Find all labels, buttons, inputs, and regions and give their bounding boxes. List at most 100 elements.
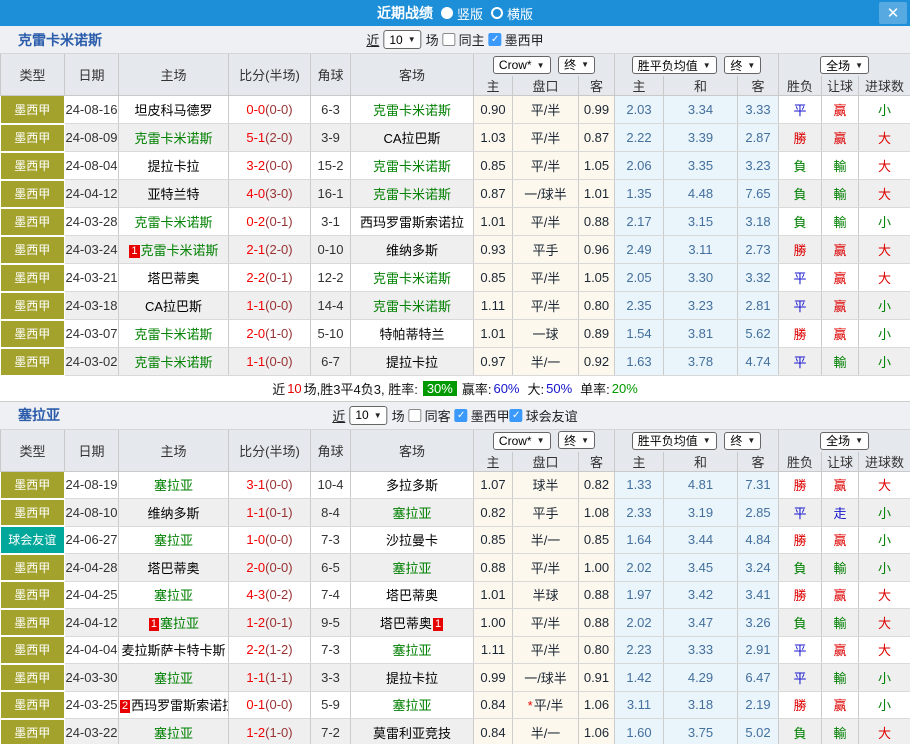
checkbox-unchecked-icon[interactable] bbox=[409, 409, 422, 422]
checkbox-checked-icon[interactable]: ✓ bbox=[510, 409, 523, 422]
competition-type[interactable]: 墨西甲 bbox=[1, 152, 65, 180]
same-venue-filter[interactable]: 同客 bbox=[409, 406, 451, 425]
away-team[interactable]: 提拉卡拉 bbox=[351, 664, 474, 692]
home-team[interactable]: 麦拉斯萨卡特卡斯 bbox=[119, 636, 229, 664]
home-team-name: 提拉卡拉 bbox=[147, 159, 199, 174]
radio-unselected-icon[interactable] bbox=[491, 7, 503, 19]
scope-select[interactable]: 全场▼ bbox=[820, 56, 869, 74]
odds-final-select[interactable]: 终▼ bbox=[558, 56, 595, 74]
away-team[interactable]: 特帕蒂特兰 bbox=[351, 320, 474, 348]
competition-type[interactable]: 墨西甲 bbox=[1, 236, 65, 264]
home-team[interactable]: 1塞拉亚 bbox=[119, 609, 229, 637]
match-count-select[interactable]: 10 ▼ bbox=[383, 30, 421, 49]
near-label[interactable]: 近 bbox=[332, 406, 345, 425]
league-filter[interactable]: ✓球会友谊 bbox=[510, 406, 578, 425]
away-team[interactable]: 莫雷利亚竞技 bbox=[351, 719, 474, 744]
match-row: 墨西甲24-03-02克雷卡米诺斯1-1(0-0)6-7提拉卡拉0.97半/一0… bbox=[1, 348, 910, 376]
competition-type[interactable]: 墨西甲 bbox=[1, 719, 65, 744]
home-team[interactable]: 坦皮科马德罗 bbox=[119, 96, 229, 124]
checkbox-checked-icon[interactable]: ✓ bbox=[489, 33, 502, 46]
league-filter[interactable]: ✓墨西甲 bbox=[455, 406, 510, 425]
team-name[interactable]: 克雷卡米诺斯 bbox=[0, 30, 102, 50]
layout-vertical-option[interactable]: 竖版 bbox=[441, 4, 483, 23]
home-team[interactable]: 塞拉亚 bbox=[119, 471, 229, 499]
competition-type[interactable]: 墨西甲 bbox=[1, 609, 65, 637]
match-count-select[interactable]: 10 ▼ bbox=[349, 406, 387, 425]
competition-type[interactable]: 墨西甲 bbox=[1, 96, 65, 124]
competition-type[interactable]: 墨西甲 bbox=[1, 581, 65, 609]
near-label[interactable]: 近 bbox=[366, 30, 379, 49]
radio-selected-icon[interactable] bbox=[441, 7, 453, 19]
away-team[interactable]: 克雷卡米诺斯 bbox=[351, 264, 474, 292]
mean-final-select[interactable]: 终▼ bbox=[724, 432, 761, 450]
home-team[interactable]: 塞拉亚 bbox=[119, 581, 229, 609]
competition-type[interactable]: 墨西甲 bbox=[1, 264, 65, 292]
same-venue-filter[interactable]: 同主 bbox=[443, 30, 485, 49]
competition-type[interactable]: 墨西甲 bbox=[1, 664, 65, 692]
away-team[interactable]: 塞拉亚 bbox=[351, 636, 474, 664]
mean-type-select[interactable]: 胜平负均值▼ bbox=[632, 56, 717, 74]
competition-type[interactable]: 墨西甲 bbox=[1, 180, 65, 208]
home-team[interactable]: 塞拉亚 bbox=[119, 664, 229, 692]
home-team[interactable]: 塞拉亚 bbox=[119, 719, 229, 744]
away-team[interactable]: 多拉多斯 bbox=[351, 471, 474, 499]
away-team-name: 特帕蒂特兰 bbox=[379, 327, 444, 342]
away-team[interactable]: 塞拉亚 bbox=[351, 691, 474, 719]
close-button[interactable]: ✕ bbox=[879, 2, 907, 24]
home-team[interactable]: 克雷卡米诺斯 bbox=[119, 208, 229, 236]
home-team[interactable]: 亚特兰特 bbox=[119, 180, 229, 208]
competition-type[interactable]: 墨西甲 bbox=[1, 292, 65, 320]
away-team[interactable]: 克雷卡米诺斯 bbox=[351, 152, 474, 180]
competition-type[interactable]: 墨西甲 bbox=[1, 208, 65, 236]
away-team[interactable]: CA拉巴斯 bbox=[351, 124, 474, 152]
mean-type-select[interactable]: 胜平负均值▼ bbox=[632, 432, 717, 450]
competition-type[interactable]: 墨西甲 bbox=[1, 636, 65, 664]
competition-type[interactable]: 墨西甲 bbox=[1, 554, 65, 582]
home-team[interactable]: 2西玛罗雷斯索诺拉 bbox=[119, 691, 229, 719]
away-team[interactable]: 克雷卡米诺斯 bbox=[351, 96, 474, 124]
mean-home-odds: 1.42 bbox=[615, 664, 664, 692]
competition-type[interactable]: 墨西甲 bbox=[1, 320, 65, 348]
home-team[interactable]: 提拉卡拉 bbox=[119, 152, 229, 180]
away-team[interactable]: 沙拉曼卡 bbox=[351, 526, 474, 554]
odds-company-select[interactable]: Crow*▼ bbox=[493, 432, 551, 450]
odds-company-select[interactable]: Crow*▼ bbox=[493, 56, 551, 74]
scope-select[interactable]: 全场▼ bbox=[820, 432, 869, 450]
away-team[interactable]: 提拉卡拉 bbox=[351, 348, 474, 376]
checkbox-checked-icon[interactable]: ✓ bbox=[455, 409, 468, 422]
home-team[interactable]: 克雷卡米诺斯 bbox=[119, 348, 229, 376]
layout-horizontal-option[interactable]: 横版 bbox=[491, 4, 533, 23]
handicap-line: 半/一 bbox=[513, 348, 579, 376]
away-team[interactable]: 塔巴蒂奥1 bbox=[351, 609, 474, 637]
away-team[interactable]: 维纳多斯 bbox=[351, 236, 474, 264]
home-team[interactable]: 维纳多斯 bbox=[119, 499, 229, 527]
home-team[interactable]: 塔巴蒂奥 bbox=[119, 554, 229, 582]
league-filter[interactable]: ✓墨西甲 bbox=[489, 30, 544, 49]
away-team[interactable]: 克雷卡米诺斯 bbox=[351, 292, 474, 320]
competition-type[interactable]: 墨西甲 bbox=[1, 124, 65, 152]
odds-final-select[interactable]: 终▼ bbox=[558, 431, 595, 449]
competition-type[interactable]: 墨西甲 bbox=[1, 348, 65, 376]
competition-type[interactable]: 墨西甲 bbox=[1, 499, 65, 527]
competition-type[interactable]: 墨西甲 bbox=[1, 691, 65, 719]
home-team[interactable]: 塞拉亚 bbox=[119, 526, 229, 554]
away-team[interactable]: 塔巴蒂奥 bbox=[351, 581, 474, 609]
checkbox-unchecked-icon[interactable] bbox=[443, 33, 456, 46]
away-odds: 0.80 bbox=[579, 292, 615, 320]
home-team[interactable]: 克雷卡米诺斯 bbox=[119, 320, 229, 348]
mean-final-select[interactable]: 终▼ bbox=[724, 56, 761, 74]
home-team[interactable]: 1克雷卡米诺斯 bbox=[119, 236, 229, 264]
team-name[interactable]: 塞拉亚 bbox=[0, 405, 60, 425]
away-team[interactable]: 塞拉亚 bbox=[351, 499, 474, 527]
competition-type[interactable]: 球会友谊 bbox=[1, 526, 65, 554]
home-team[interactable]: 克雷卡米诺斯 bbox=[119, 124, 229, 152]
handicap-line: 平/半 bbox=[513, 609, 579, 637]
competition-type[interactable]: 墨西甲 bbox=[1, 471, 65, 499]
home-team[interactable]: 塔巴蒂奥 bbox=[119, 264, 229, 292]
away-team[interactable]: 克雷卡米诺斯 bbox=[351, 180, 474, 208]
fulltime-score: 4-3 bbox=[246, 587, 265, 602]
away-team[interactable]: 西玛罗雷斯索诺拉 bbox=[351, 208, 474, 236]
home-team[interactable]: CA拉巴斯 bbox=[119, 292, 229, 320]
chevron-down-icon: ▼ bbox=[581, 60, 589, 69]
away-team[interactable]: 塞拉亚 bbox=[351, 554, 474, 582]
